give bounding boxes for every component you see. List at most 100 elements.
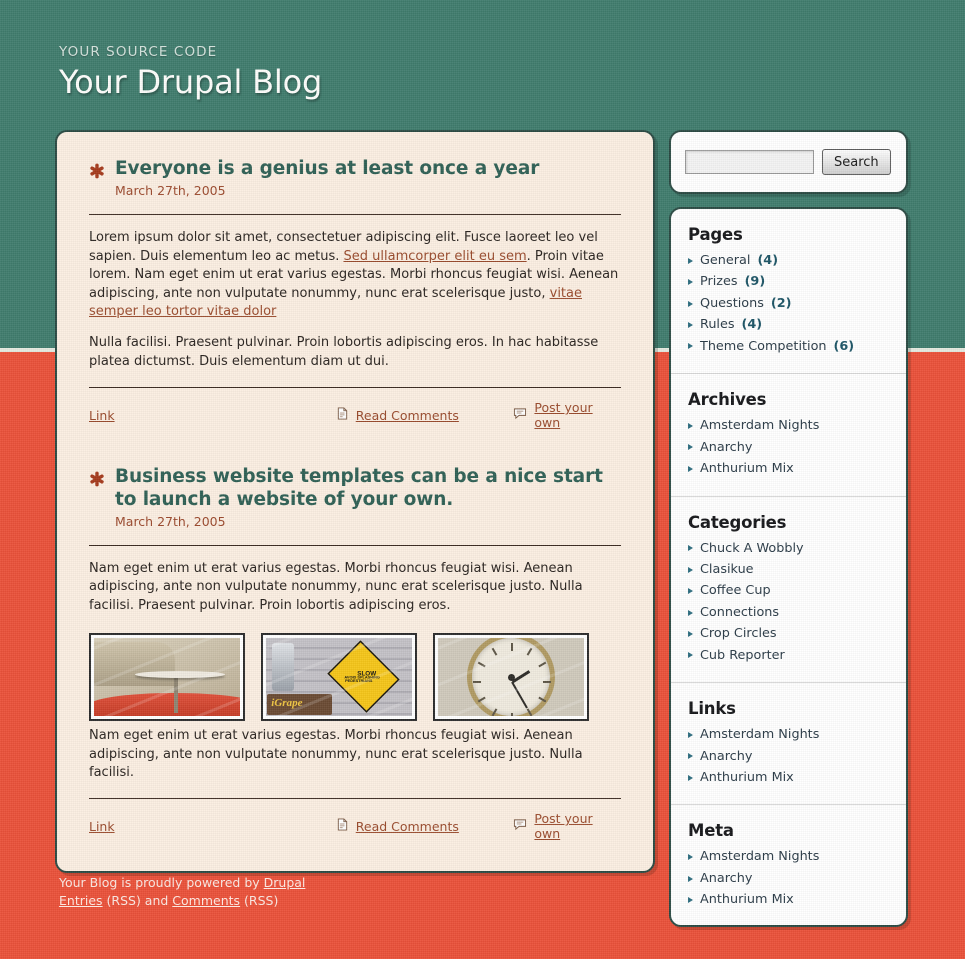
bullet-arrow-icon — [688, 854, 693, 861]
sidebar-item-amsterdam-nights[interactable]: Amsterdam Nights — [688, 846, 889, 867]
watermark-overlay — [266, 638, 412, 717]
footer-text: (RSS) — [240, 893, 279, 909]
bullet-arrow-icon — [688, 545, 693, 552]
sidebar-item-clasikue[interactable]: Clasikue — [688, 559, 889, 580]
bullet-arrow-icon — [688, 875, 693, 882]
item-count: (9) — [744, 274, 766, 290]
post-your-own-link[interactable]: Post your own — [534, 400, 621, 430]
item-label: Questions — [700, 295, 764, 311]
section-title: Categories — [688, 512, 787, 532]
post-permalink[interactable]: Link — [89, 819, 115, 834]
item-count: (4) — [757, 253, 779, 268]
document-icon — [336, 407, 349, 423]
item-label: Anthurium Mix — [700, 770, 794, 785]
post-paragraph: Lorem ipsum dolor sit amet, consectetuer… — [89, 229, 621, 321]
section-title: Archives — [688, 390, 767, 410]
document-icon — [336, 818, 349, 834]
post-paragraph: Nam eget enim ut erat varius egestas. Mo… — [89, 560, 583, 613]
sidebar-item-theme-competition[interactable]: Theme Competition (6) — [688, 336, 889, 357]
item-label: Chuck A Wobbly — [700, 540, 804, 556]
item-label: Prizes — [700, 274, 738, 290]
entries-rss-link[interactable]: Entries — [59, 893, 103, 908]
post-your-own-wrap: Post your own — [513, 400, 621, 430]
read-comments-link[interactable]: Read Comments — [356, 408, 459, 423]
sidebar-item-anarchy[interactable]: Anarchy — [688, 746, 889, 767]
sidebar-section-links: Links Amsterdam Nights Anarchy Anthurium… — [671, 682, 906, 788]
bullet-arrow-icon — [688, 300, 693, 307]
sidebar-section-archives: Archives Amsterdam Nights Anarchy Anthur… — [671, 373, 906, 479]
sidebar-section-pages: Pages General (4) Prizes (9) Questions (2) … — [671, 225, 906, 357]
search-input[interactable] — [685, 150, 814, 174]
section-title: Meta — [688, 821, 734, 841]
main-content-panel: Everyone is a genius at least once a yea… — [55, 130, 655, 874]
bullet-arrow-icon — [688, 588, 693, 595]
item-count: (2) — [770, 295, 792, 311]
sidebar-item-chuck-a-wobbly[interactable]: Chuck A Wobbly — [688, 538, 889, 559]
page-footer: Your Blog is proudly powered by Drupal E… — [59, 874, 305, 910]
sidebar-item-general[interactable]: General (4) — [688, 250, 889, 271]
site-kicker: YOUR SOURCE CODE — [59, 44, 218, 60]
sidebar-item-cub-reporter[interactable]: Cub Reporter — [688, 645, 889, 666]
sidebar-item-anthurium-mix[interactable]: Anthurium Mix — [688, 889, 889, 910]
watermark-overlay — [94, 638, 240, 717]
blog-post: Everyone is a genius at least once a yea… — [89, 158, 621, 430]
search-widget: Search — [669, 130, 908, 194]
footer-line-powered: Your Blog is proudly powered by Drupal — [59, 874, 305, 892]
sidebar-item-questions[interactable]: Questions (2) — [688, 293, 889, 314]
bullet-arrow-icon — [688, 343, 693, 350]
post-date: March 27th, 2005 — [115, 183, 226, 199]
post-paragraph: Nulla facilisi. Praesent pulvinar. Proin… — [89, 335, 599, 369]
item-label: Anarchy — [700, 439, 753, 455]
comments-rss-link[interactable]: Comments — [172, 893, 240, 908]
sidebar-item-crop-circles[interactable]: Crop Circles — [688, 623, 889, 644]
footer-text: Your Blog is proudly powered by — [59, 875, 264, 890]
bullet-arrow-icon — [688, 257, 693, 264]
search-button[interactable]: Search — [822, 149, 891, 175]
sidebar-item-coffee-cup[interactable]: Coffee Cup — [688, 580, 889, 601]
bullet-arrow-icon — [688, 652, 693, 659]
drupal-link[interactable]: Drupal — [264, 875, 306, 890]
item-count: (6) — [833, 338, 855, 354]
post-your-own-link[interactable]: Post your own — [534, 811, 621, 841]
bullet-arrow-icon — [688, 465, 693, 472]
sidebar-item-anthurium-mix[interactable]: Anthurium Mix — [688, 458, 889, 479]
post-title[interactable]: Everyone is a genius at least once a yea… — [115, 158, 539, 180]
post-thumbnail[interactable] — [433, 633, 589, 722]
sidebar-item-rules[interactable]: Rules (4) — [688, 314, 889, 335]
section-title: Links — [688, 699, 736, 719]
sidebar-item-anarchy[interactable]: Anarchy — [688, 868, 889, 889]
blog-post: Business website templates can be a nice… — [89, 466, 621, 841]
bullet-arrow-icon — [688, 566, 693, 573]
read-comments-wrap: Read Comments — [336, 818, 514, 834]
post-image-gallery: iGrape SLOW AVOID SPLASHING PEDESTRIANS — [89, 633, 621, 722]
post-thumbnail[interactable]: iGrape SLOW AVOID SPLASHING PEDESTRIANS — [261, 633, 417, 722]
speech-bubble-icon — [513, 407, 527, 423]
post-paragraph: Nam eget enim ut erat varius egestas. Mo… — [89, 728, 583, 780]
post-your-own-wrap: Post your own — [513, 811, 621, 841]
asterisk-icon — [89, 471, 105, 491]
page-shell: Everyone is a genius at least once a yea… — [55, 130, 910, 927]
item-label: Coffee Cup — [700, 583, 771, 599]
post-header: Everyone is a genius at least once a yea… — [89, 158, 621, 198]
sidebar-item-prizes[interactable]: Prizes (9) — [688, 271, 889, 292]
bullet-arrow-icon — [688, 753, 693, 760]
bullet-arrow-icon — [688, 897, 693, 904]
post-meta-row: Link Read Comments Post your own — [89, 799, 621, 841]
post-title[interactable]: Business website templates can be a nice… — [115, 466, 621, 510]
item-label: General — [700, 253, 751, 268]
sidebar-item-amsterdam-nights[interactable]: Amsterdam Nights — [688, 724, 889, 745]
sidebar-item-anthurium-mix[interactable]: Anthurium Mix — [688, 767, 889, 788]
watermark-overlay — [438, 638, 584, 717]
post-thumbnail[interactable] — [89, 633, 245, 722]
sidebar-item-anarchy[interactable]: Anarchy — [688, 437, 889, 458]
inline-link-ullamcorper[interactable]: Sed ullamcorper elit eu sem — [344, 249, 527, 264]
bullet-arrow-icon — [688, 444, 693, 451]
item-label: Anthurium Mix — [700, 461, 794, 477]
sidebar-item-amsterdam-nights[interactable]: Amsterdam Nights — [688, 415, 889, 436]
item-label: Cub Reporter — [700, 647, 785, 663]
bullet-arrow-icon — [688, 279, 693, 286]
sidebar-item-connections[interactable]: Connections — [688, 602, 889, 623]
footer-text: (RSS) and — [102, 893, 173, 909]
read-comments-link[interactable]: Read Comments — [356, 819, 459, 834]
post-permalink[interactable]: Link — [89, 408, 115, 423]
